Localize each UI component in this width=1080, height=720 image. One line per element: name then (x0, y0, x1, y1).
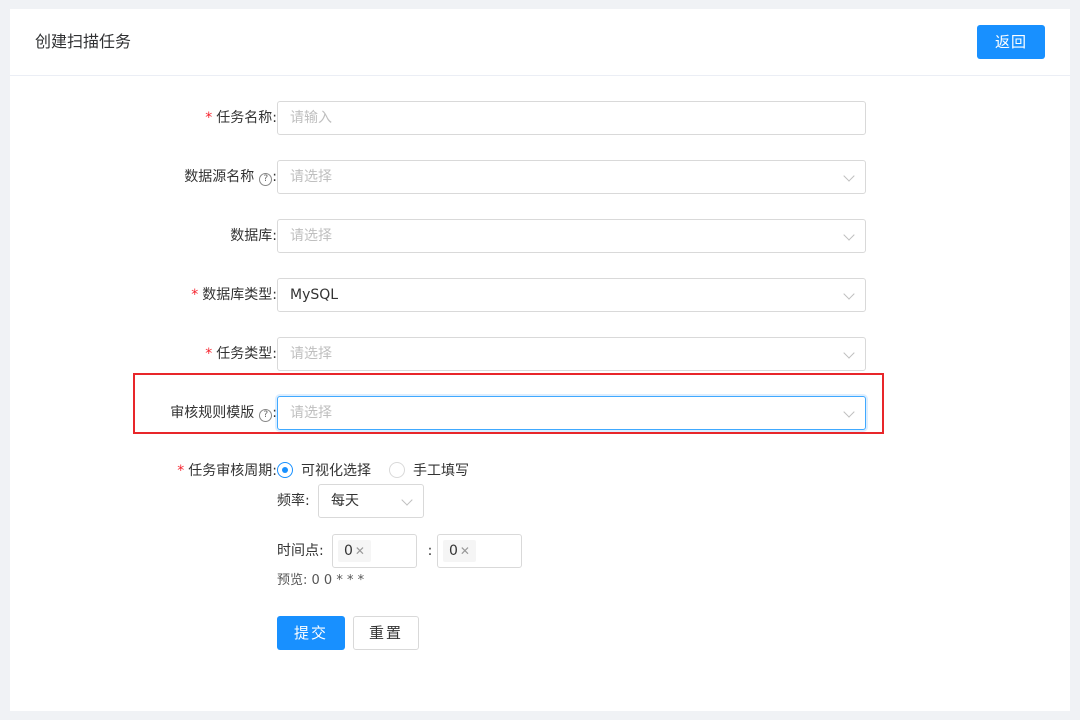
hour-tag: 0 ✕ (338, 540, 371, 562)
chevron-down-icon (843, 170, 855, 182)
audit-template-label: 审核规则模版?: (170, 405, 277, 422)
page-header: 创建扫描任务 返回 (10, 9, 1070, 76)
question-circle-icon[interactable]: ? (259, 173, 273, 186)
radio-visual-select[interactable] (277, 462, 293, 478)
submit-button[interactable]: 提交 (277, 616, 345, 650)
required-mark: * (205, 346, 213, 362)
database-label: 数据库: (230, 228, 277, 244)
task-type-select[interactable]: 请选择 (277, 337, 866, 371)
chevron-down-icon (843, 406, 855, 418)
database-select[interactable]: 请选择 (277, 219, 866, 253)
audit-cycle-label: * 任务审核周期: (177, 463, 277, 479)
database-type-label: * 数据库类型: (191, 287, 277, 303)
required-mark: * (191, 287, 199, 303)
task-name-label: * 任务名称: (205, 110, 277, 126)
form-row-audit-template: 审核规则模版?: 请选择 (0, 396, 1060, 430)
required-mark: * (177, 463, 185, 479)
audit-cycle-radio-group: 可视化选择 手工填写 (277, 454, 487, 488)
chevron-down-icon (843, 347, 855, 359)
radio-manual-input-label[interactable]: 手工填写 (413, 463, 469, 479)
task-type-placeholder: 请选择 (290, 346, 332, 362)
chevron-down-icon (843, 229, 855, 241)
radio-manual-input[interactable] (389, 462, 405, 478)
form-row-datasource-name: 数据源名称?: 请选择 (0, 160, 1060, 194)
page-title: 创建扫描任务 (35, 32, 132, 51)
datasource-name-label: 数据源名称?: (184, 169, 277, 186)
reset-button[interactable]: 重置 (353, 616, 419, 650)
form-row-database: 数据库: 请选择 (0, 219, 1060, 253)
time-point-label: 时间点: (277, 543, 324, 559)
close-icon[interactable]: ✕ (355, 544, 365, 558)
database-type-select[interactable]: MySQL (277, 278, 866, 312)
radio-visual-select-label[interactable]: 可视化选择 (301, 463, 371, 479)
required-mark: * (205, 110, 213, 126)
minute-tag: 0 ✕ (443, 540, 476, 562)
close-icon[interactable]: ✕ (460, 544, 470, 558)
chevron-down-icon (843, 288, 855, 300)
frequency-select[interactable]: 每天 (318, 484, 424, 518)
task-name-input[interactable]: 请输入 (277, 101, 866, 135)
back-button[interactable]: 返回 (977, 25, 1045, 59)
chevron-down-icon (401, 494, 413, 506)
frequency-value: 每天 (331, 493, 359, 509)
form-row-audit-cycle: * 任务审核周期: 可视化选择 手工填写 (0, 454, 1060, 488)
cron-preview: 预览: 0 0 * * * (277, 573, 365, 588)
task-name-placeholder: 请输入 (290, 110, 332, 126)
minute-select[interactable]: 0 ✕ (437, 534, 522, 568)
question-circle-icon[interactable]: ? (259, 409, 273, 422)
form-row-database-type: * 数据库类型: MySQL (0, 278, 1060, 312)
hour-select[interactable]: 0 ✕ (332, 534, 417, 568)
database-placeholder: 请选择 (290, 228, 332, 244)
audit-template-placeholder: 请选择 (290, 405, 332, 421)
form-row-task-name: * 任务名称: 请输入 (0, 101, 1060, 135)
frequency-label: 频率: (277, 493, 310, 509)
datasource-name-select[interactable]: 请选择 (277, 160, 866, 194)
form-row-task-type: * 任务类型: 请选择 (0, 337, 1060, 371)
audit-template-select[interactable]: 请选择 (277, 396, 866, 430)
database-type-value: MySQL (290, 287, 339, 303)
datasource-name-placeholder: 请选择 (290, 169, 332, 185)
task-type-label: * 任务类型: (205, 346, 277, 362)
time-separator: : (427, 543, 433, 559)
